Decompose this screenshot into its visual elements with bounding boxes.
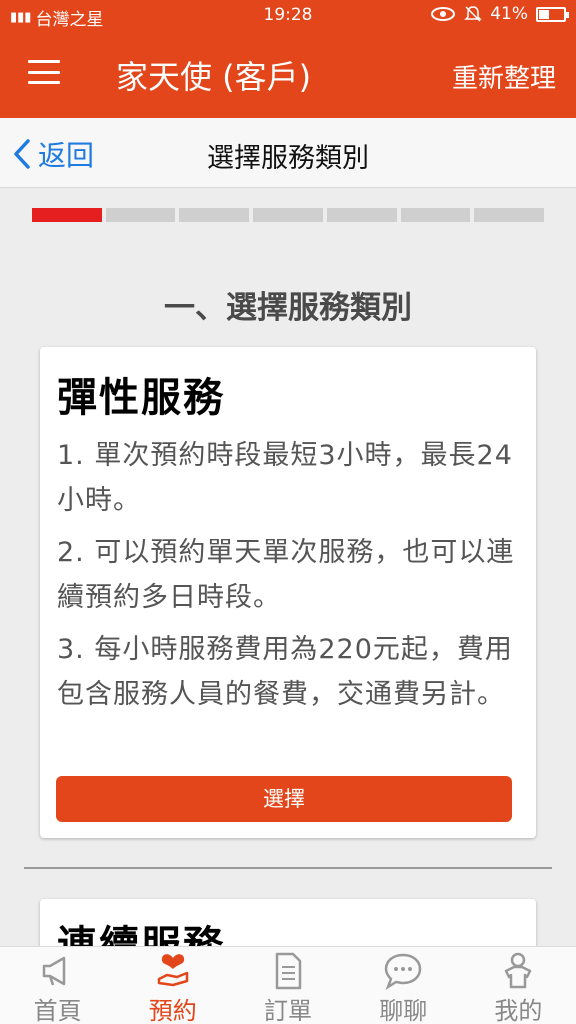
megaphone-icon: [42, 956, 65, 986]
app-bar: 家天使 (客戶) 重新整理: [0, 32, 576, 118]
tab-label: 訂單: [264, 997, 312, 1024]
select-button[interactable]: 選擇: [56, 776, 512, 822]
status-bar: ▮▮▮ 台灣之星 19:28 41%: [0, 0, 576, 32]
tab-label: 聊聊: [379, 997, 428, 1024]
tab-chat[interactable]: 聊聊: [346, 947, 461, 1024]
app-title: 家天使 (客戶): [116, 58, 312, 96]
service-card-flexible: 彈性服務 1. 單次預約時段最短3小時，最長24小時。 2. 可以預約單天單次服…: [40, 347, 536, 838]
progress-step: [474, 208, 545, 222]
section-title: 一、選擇服務類別: [164, 290, 412, 326]
battery-percent: 41%: [490, 4, 528, 24]
tab-orders[interactable]: 訂單: [230, 947, 345, 1024]
document-icon: [275, 952, 302, 990]
tab-booking[interactable]: 預約: [115, 947, 230, 1024]
status-icons: 41%: [430, 4, 569, 24]
progress-step: [326, 208, 397, 222]
progress-step: [179, 208, 250, 222]
menu-icon[interactable]: [28, 60, 60, 84]
page-title: 選擇服務類別: [207, 143, 369, 174]
progress-step: [32, 208, 102, 222]
tab-label: 首頁: [33, 997, 82, 1024]
tab-label: 我的: [494, 997, 543, 1024]
progress-step: [253, 208, 323, 222]
chat-bubble-icon: [384, 953, 422, 991]
service-item: 1. 單次預約時段最短3小時，最長24小時。: [57, 440, 513, 516]
tab-label: 預約: [148, 997, 197, 1024]
progress-step: [105, 208, 176, 222]
eye-icon: [431, 7, 456, 21]
nav-bar: 返回 選擇服務類別: [0, 118, 576, 188]
person-icon: [505, 952, 532, 989]
bell-muted-icon: [464, 6, 483, 22]
step-progress: [32, 208, 545, 222]
progress-step: [400, 208, 471, 222]
battery-icon: [536, 6, 569, 22]
tab-profile[interactable]: 我的: [461, 947, 576, 1024]
divider: [24, 867, 552, 869]
service-item: 3. 每小時服務費用為220元起，費用包含服務人員的餐費，交通費另計。: [57, 634, 513, 710]
bottom-tab-bar: 首頁 預約 訂單 聊聊 我的: [0, 946, 576, 1024]
service-description: 1. 單次預約時段最短3小時，最長24小時。 2. 可以預約單天單次服務，也可以…: [57, 433, 517, 724]
heart-hand-icon: [157, 954, 189, 987]
refresh-button[interactable]: 重新整理: [452, 58, 556, 95]
service-item: 2. 可以預約單天單次服務，也可以連續預約多日時段。: [57, 537, 515, 613]
tab-home[interactable]: 首頁: [0, 947, 115, 1024]
service-card-title: 彈性服務: [57, 375, 225, 421]
